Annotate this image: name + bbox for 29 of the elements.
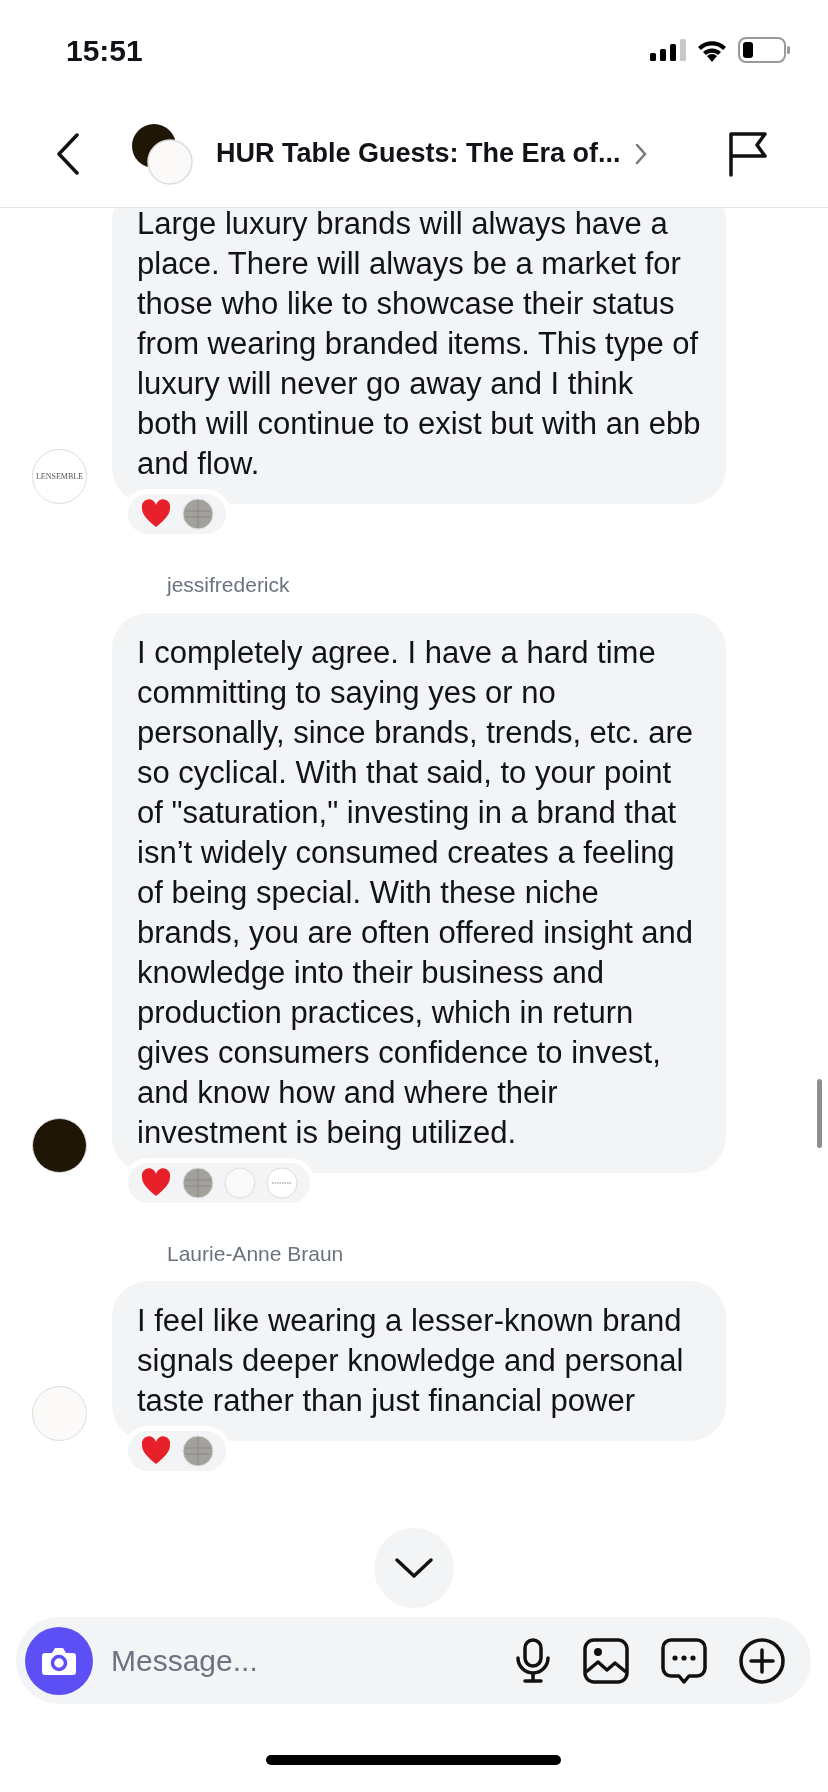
camera-icon bbox=[41, 1645, 77, 1676]
camera-button[interactable] bbox=[25, 1626, 93, 1695]
message-bubble: I completely agree. I have a hard time committing to saying yes or no personally, since brands, trends, etc. are so cyclical. With that said, to your point of "saturation," investing in a brand that isn’t widely consumed creates a feeling of being special. With these niche brands, you are often offered insight and knowledge into their business and production practices, which in return gives consumers confidence to invest, and know how and where their investment is being utilized. bbox=[112, 612, 726, 1173]
avatar[interactable]: LENSEMBLE bbox=[32, 449, 87, 504]
heart-icon bbox=[140, 1166, 172, 1199]
heart-icon bbox=[140, 498, 172, 530]
status-time: 15:51 bbox=[66, 32, 143, 69]
message-bubble: I feel like wearing a lesser-known brand signals deeper knowledge and personal taste rather than just financial power bbox=[112, 1281, 726, 1441]
signal-icon bbox=[650, 39, 686, 61]
wifi-icon bbox=[696, 38, 728, 62]
back-icon[interactable] bbox=[56, 132, 80, 175]
message-bubble: Large luxury brands will always have a place. There will always be a market for those who like to showcase their status from wearing branded items. This type of luxury will never go away and I think both will continue to exist but with an ebb and flow. bbox=[112, 208, 726, 504]
sender-name: Laurie-Anne Braun bbox=[167, 1240, 345, 1267]
image-icon[interactable] bbox=[583, 1637, 629, 1684]
plus-icon[interactable] bbox=[739, 1637, 785, 1684]
chat-title[interactable]: HUR Table Guests: The Era of... bbox=[216, 133, 621, 174]
sender-name: jessifrederick bbox=[167, 572, 291, 598]
chat-bubble-icon[interactable] bbox=[661, 1637, 707, 1684]
group-avatar-icon[interactable] bbox=[130, 121, 194, 186]
message-input[interactable]: Message... bbox=[111, 1638, 515, 1683]
message-composer[interactable]: Message... bbox=[16, 1617, 811, 1704]
avatar-logo-text: LENSEMBLE bbox=[35, 470, 84, 483]
heart-icon bbox=[140, 1435, 172, 1467]
chevron-down-icon bbox=[394, 1557, 434, 1579]
battery-icon bbox=[738, 37, 790, 63]
microphone-icon[interactable] bbox=[515, 1637, 551, 1684]
chevron-right-icon[interactable] bbox=[634, 142, 647, 165]
scrollbar bbox=[817, 1079, 822, 1148]
flag-icon[interactable] bbox=[728, 130, 768, 177]
